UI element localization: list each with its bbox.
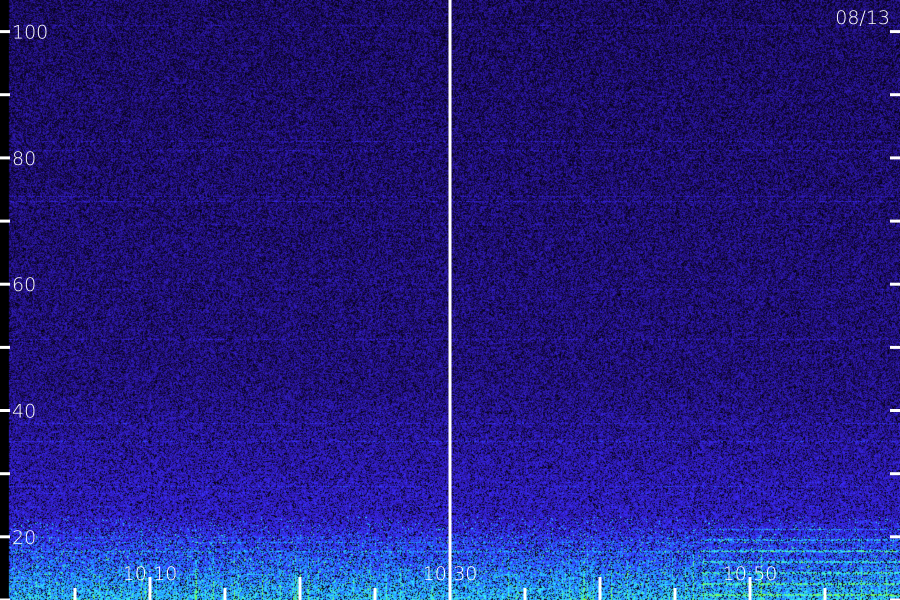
x-tick-label-1030: 10:30 <box>423 563 478 585</box>
date-label: 08/13 <box>835 7 890 29</box>
x-axis-ticks: 10:10 10:30 10:50 <box>73 563 827 600</box>
time-gap-line <box>448 0 452 600</box>
x-tick-label-1010: 10:10 <box>123 563 178 585</box>
y-tick-label-80: 80 <box>12 148 36 170</box>
y-tick-label-100: 100 <box>12 22 48 44</box>
time-gap-layer <box>448 0 452 600</box>
y-tick-label-60: 60 <box>12 274 36 296</box>
spectrogram-chart: 20 40 60 80 100 10:10 10:30 10:50 08/13 <box>0 0 900 600</box>
y-tick-label-20: 20 <box>12 527 36 549</box>
chart-overlay: 20 40 60 80 100 10:10 10:30 10:50 08/13 <box>0 0 900 600</box>
x-tick-label-1050: 10:50 <box>723 563 778 585</box>
y-tick-label-40: 40 <box>12 401 36 423</box>
